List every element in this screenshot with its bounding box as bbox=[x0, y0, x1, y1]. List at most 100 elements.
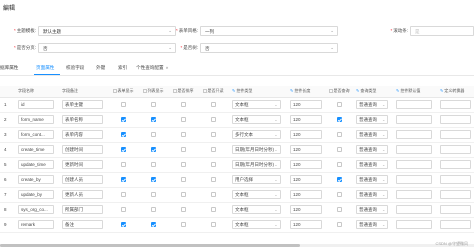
converter-input[interactable] bbox=[440, 144, 471, 154]
readonly-checkbox[interactable] bbox=[210, 162, 216, 168]
default-value-input[interactable] bbox=[396, 204, 432, 214]
control-length-input[interactable]: 120 bbox=[290, 114, 323, 124]
form-show-checkbox[interactable] bbox=[120, 147, 126, 153]
form-show-checkbox[interactable] bbox=[120, 222, 126, 228]
query-type-select[interactable]: 普通查询 ⌄ bbox=[356, 220, 389, 229]
default-value-input[interactable] bbox=[396, 219, 432, 229]
list-show-checkbox[interactable] bbox=[150, 207, 156, 213]
converter-input[interactable] bbox=[440, 189, 471, 199]
control-type-select[interactable]: 文本框 ⌄ bbox=[232, 190, 281, 199]
sortable-checkbox[interactable] bbox=[180, 207, 186, 213]
list-show-checkbox[interactable] bbox=[150, 102, 156, 108]
is-query-checkbox[interactable] bbox=[336, 207, 342, 213]
is-query-checkbox[interactable] bbox=[336, 117, 342, 123]
checkbox[interactable] bbox=[172, 89, 177, 94]
field-name-input[interactable]: id bbox=[18, 99, 54, 109]
sortable-checkbox[interactable] bbox=[180, 162, 186, 168]
scrollbar-thumb[interactable] bbox=[0, 244, 300, 247]
control-type-select[interactable]: 文本框 ⌄ bbox=[232, 205, 281, 214]
sortable-checkbox[interactable] bbox=[180, 132, 186, 138]
field-remark-input[interactable]: 所属部门 bbox=[62, 204, 104, 214]
tab-custom-query[interactable]: 个性查询配置 ✕ bbox=[136, 65, 169, 71]
form-show-checkbox[interactable] bbox=[120, 117, 126, 123]
converter-input[interactable] bbox=[440, 159, 471, 169]
form-show-checkbox[interactable] bbox=[120, 102, 126, 108]
list-show-checkbox[interactable] bbox=[150, 147, 156, 153]
close-icon[interactable]: ✕ bbox=[166, 66, 169, 70]
header-readonly[interactable]: 是否只读 bbox=[198, 86, 228, 98]
converter-input[interactable] bbox=[440, 219, 471, 229]
tab-page-properties[interactable]: 页面属性 bbox=[36, 65, 54, 71]
sortable-checkbox[interactable] bbox=[180, 102, 186, 108]
query-type-select[interactable]: 普通查询 ⌄ bbox=[356, 145, 389, 154]
field-name-input[interactable]: remark bbox=[18, 219, 54, 229]
field-name-input[interactable]: update_by bbox=[18, 189, 54, 199]
converter-input[interactable] bbox=[440, 114, 471, 124]
header-list-show[interactable]: 列表显示 bbox=[138, 86, 168, 98]
readonly-checkbox[interactable] bbox=[210, 132, 216, 138]
checkbox[interactable] bbox=[328, 89, 333, 94]
edit-icon[interactable]: ✎ bbox=[232, 88, 235, 93]
control-type-select[interactable]: 文本框 ⌄ bbox=[232, 115, 281, 124]
control-length-input[interactable]: 120 bbox=[290, 129, 323, 139]
query-type-select[interactable]: 普通查询 ⌄ bbox=[356, 130, 389, 139]
sortable-checkbox[interactable] bbox=[180, 147, 186, 153]
converter-input[interactable] bbox=[440, 129, 471, 139]
main-template-select[interactable]: 默认主题 ⌄ bbox=[38, 26, 176, 36]
default-value-input[interactable] bbox=[396, 189, 432, 199]
form-show-checkbox[interactable] bbox=[120, 207, 126, 213]
form-show-checkbox[interactable] bbox=[120, 177, 126, 183]
query-type-select[interactable]: 普通查询 ⌄ bbox=[356, 205, 389, 214]
field-remark-input[interactable]: 创建时间 bbox=[62, 144, 104, 154]
edit-icon[interactable]: ✎ bbox=[356, 88, 359, 93]
form-show-checkbox[interactable] bbox=[120, 162, 126, 168]
table-style-select[interactable]: 一列 ⌄ bbox=[200, 26, 338, 36]
default-value-input[interactable] bbox=[396, 159, 432, 169]
control-length-input[interactable]: 120 bbox=[290, 219, 323, 229]
query-type-select[interactable]: 普通查询 ⌄ bbox=[356, 115, 389, 124]
horizontal-scrollbar[interactable] bbox=[0, 244, 474, 247]
is-query-checkbox[interactable] bbox=[336, 192, 342, 198]
field-remark-input[interactable]: 创建人员 bbox=[62, 174, 104, 184]
control-type-select[interactable]: 用户选择 ⌄ bbox=[232, 175, 281, 184]
edit-icon[interactable]: ✎ bbox=[396, 88, 399, 93]
control-type-select[interactable]: 日期(年月日时分秒) ⌄ bbox=[232, 145, 281, 154]
form-show-checkbox[interactable] bbox=[120, 132, 126, 138]
readonly-checkbox[interactable] bbox=[210, 102, 216, 108]
field-remark-input[interactable]: 表单内容 bbox=[62, 129, 104, 139]
converter-input[interactable] bbox=[440, 204, 471, 214]
readonly-checkbox[interactable] bbox=[210, 207, 216, 213]
readonly-checkbox[interactable] bbox=[210, 192, 216, 198]
field-name-input[interactable]: update_time bbox=[18, 159, 54, 169]
readonly-checkbox[interactable] bbox=[210, 147, 216, 153]
tab-db-properties[interactable]: 据库属性 bbox=[0, 65, 18, 71]
field-name-input[interactable]: form_name bbox=[18, 114, 54, 124]
list-show-checkbox[interactable] bbox=[150, 222, 156, 228]
is-tree-select[interactable]: 否 ⌄ bbox=[200, 43, 338, 53]
is-query-checkbox[interactable] bbox=[336, 102, 342, 108]
field-remark-input[interactable]: 更新人员 bbox=[62, 189, 104, 199]
scroll-bar-select[interactable]: 是 bbox=[410, 26, 474, 36]
edit-icon[interactable]: ✎ bbox=[440, 88, 443, 93]
checkbox[interactable] bbox=[142, 89, 147, 94]
is-query-checkbox[interactable] bbox=[336, 162, 342, 168]
field-remark-input[interactable]: 备注 bbox=[62, 219, 104, 229]
control-length-input[interactable]: 120 bbox=[290, 159, 323, 169]
header-form-show[interactable]: 表单显示 bbox=[108, 86, 138, 98]
default-value-input[interactable] bbox=[396, 174, 432, 184]
default-value-input[interactable] bbox=[396, 129, 432, 139]
control-length-input[interactable]: 120 bbox=[290, 144, 323, 154]
converter-input[interactable] bbox=[440, 174, 471, 184]
control-length-input[interactable]: 120 bbox=[290, 99, 323, 109]
control-length-input[interactable]: 120 bbox=[290, 204, 323, 214]
form-show-checkbox[interactable] bbox=[120, 192, 126, 198]
checkbox[interactable] bbox=[112, 89, 117, 94]
list-show-checkbox[interactable] bbox=[150, 117, 156, 123]
sortable-checkbox[interactable] bbox=[180, 117, 186, 123]
default-value-input[interactable] bbox=[396, 144, 432, 154]
readonly-checkbox[interactable] bbox=[210, 222, 216, 228]
list-show-checkbox[interactable] bbox=[150, 177, 156, 183]
is-branch-select[interactable]: 否 ⌄ bbox=[38, 43, 176, 53]
is-query-checkbox[interactable] bbox=[336, 132, 342, 138]
is-query-checkbox[interactable] bbox=[336, 147, 342, 153]
